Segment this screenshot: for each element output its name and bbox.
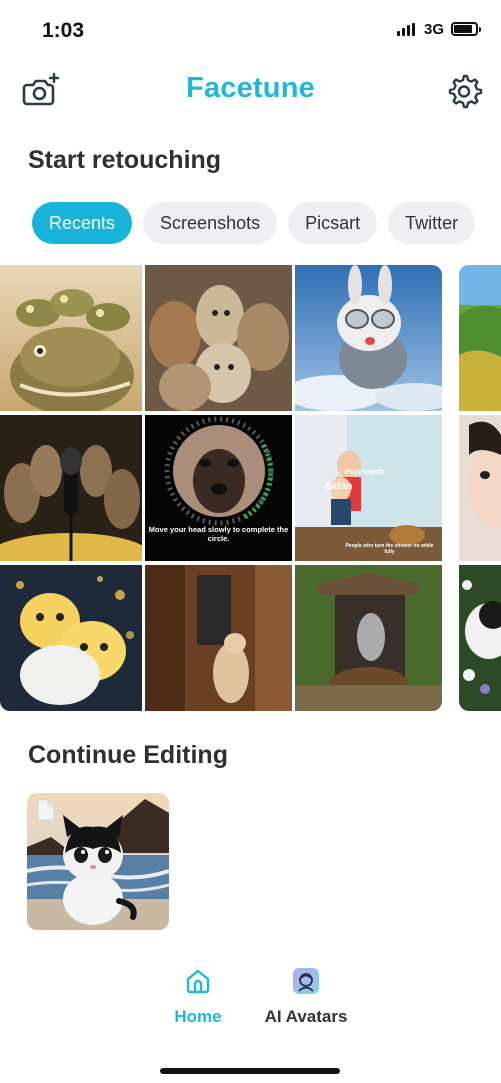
- app-title: Facetune: [186, 72, 315, 104]
- chip-picsart[interactable]: Picsart: [288, 202, 378, 244]
- home-icon: [184, 967, 212, 995]
- photo-thumbnail[interactable]: [459, 265, 501, 411]
- ai-avatars-icon: [292, 967, 320, 995]
- battery-icon: [451, 22, 481, 36]
- chip-screenshots[interactable]: Screenshots: [143, 202, 278, 244]
- tab-ai-avatars-label: AI Avatars: [264, 1007, 348, 1026]
- tab-bar: Home AI Avatars: [0, 967, 501, 1047]
- album-chips: Recents Screenshots Picsart Twitter: [32, 202, 501, 246]
- tab-home[interactable]: Home: [143, 967, 253, 1037]
- tab-home-label: Home: [174, 1007, 222, 1026]
- chip-recents[interactable]: Recents: [32, 202, 133, 244]
- continue-editing-thumbnail[interactable]: [27, 793, 169, 930]
- start-retouching-title: Start retouching: [28, 146, 222, 174]
- photo-thumbnail[interactable]: [0, 265, 142, 411]
- photo-thumbnail[interactable]: [0, 415, 142, 561]
- photo-thumbnail[interactable]: [295, 265, 442, 411]
- signal-icon: [397, 23, 415, 36]
- chip-twitter[interactable]: Twitter: [388, 202, 476, 244]
- photo-caption: Satan: [325, 481, 353, 492]
- photo-thumbnail[interactable]: Move your head slowly to complete the ci…: [145, 415, 292, 561]
- photo-thumbnail[interactable]: [0, 565, 142, 711]
- photo-thumbnail[interactable]: [459, 415, 501, 561]
- photo-caption: People who turn the shower on while full…: [345, 543, 434, 556]
- status-time: 1:03: [42, 19, 85, 42]
- draft-icon: [37, 799, 55, 821]
- gear-icon[interactable]: [445, 72, 483, 110]
- app-header: Facetune: [0, 66, 501, 116]
- continue-editing-title: Continue Editing: [28, 741, 228, 769]
- photo-thumbnail[interactable]: [145, 565, 292, 711]
- photo-thumbnail[interactable]: [295, 565, 442, 711]
- home-indicator: [160, 1068, 340, 1074]
- photo-caption: Psychopath: [345, 469, 385, 476]
- tab-ai-avatars[interactable]: AI Avatars: [251, 967, 361, 1037]
- photo-caption: Move your head slowly to complete the ci…: [148, 525, 289, 544]
- photo-thumbnail[interactable]: [145, 265, 292, 411]
- photo-thumbnail[interactable]: Psychopath Satan People who turn the sho…: [295, 415, 442, 561]
- network-type: 3G: [424, 21, 445, 38]
- photo-grid: Move your head slowly to complete the ci…: [0, 265, 501, 711]
- status-bar: 1:03 3G: [0, 0, 501, 60]
- photo-thumbnail[interactable]: [459, 565, 501, 711]
